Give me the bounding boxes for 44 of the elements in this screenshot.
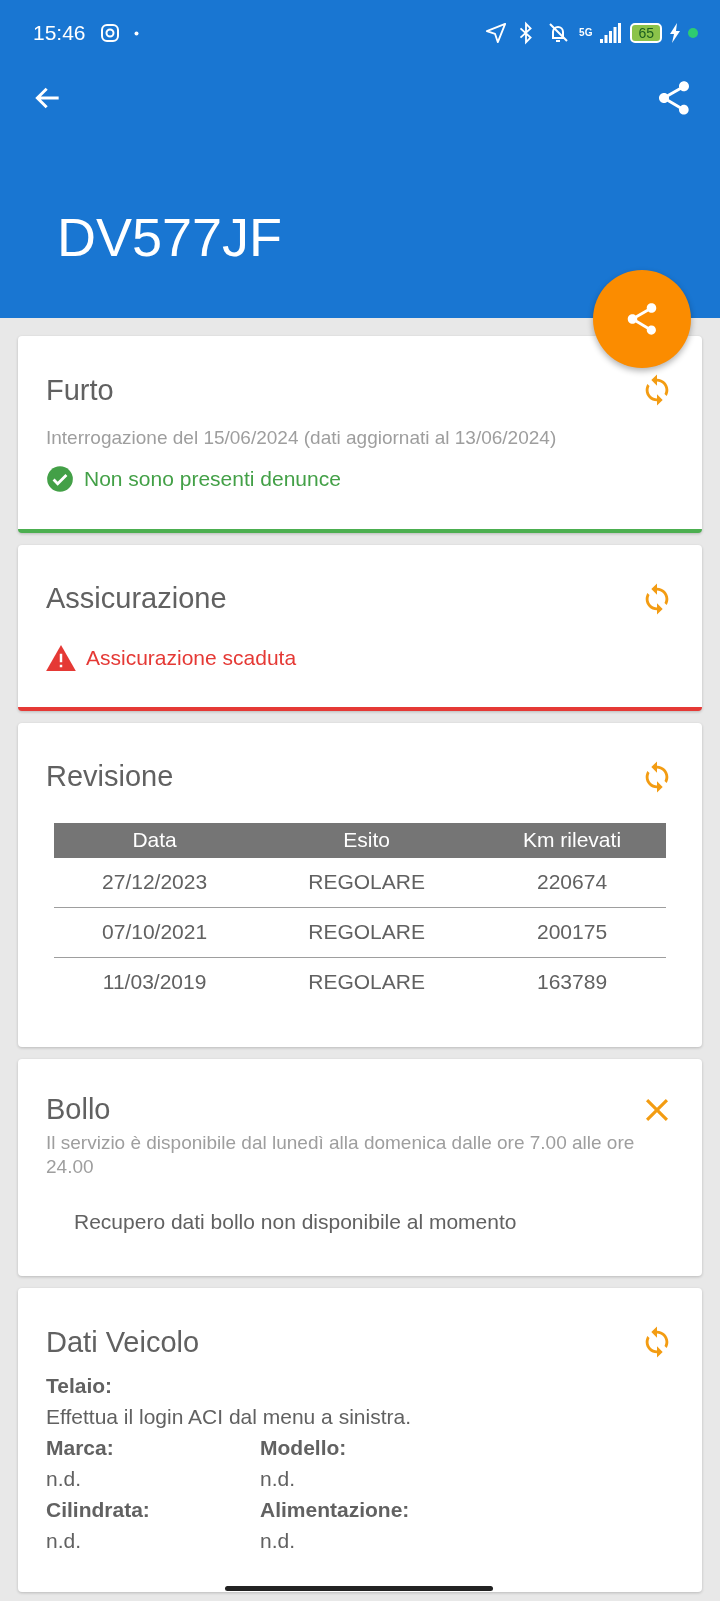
card-title: Dati Veicolo (46, 1325, 200, 1359)
field-label: Telaio: (46, 1373, 114, 1400)
dot-icon (133, 30, 139, 36)
location-icon (485, 22, 508, 44)
field-value: Effettua il login ACI dal menu a sinistra. (46, 1404, 411, 1431)
field-label: Modello: (260, 1435, 348, 1462)
table-cell: 27/12/2023 (54, 857, 256, 908)
field-value: n.d. (46, 1466, 83, 1493)
network-type: 5G (579, 28, 593, 38)
table-cell: REGOLARE (255, 857, 479, 908)
card-title: Revisione (46, 760, 174, 794)
field-value: n.d. (46, 1528, 83, 1555)
card-title: Bollo (46, 1093, 111, 1127)
card-title: Furto (46, 373, 114, 407)
check-circle-icon (46, 464, 74, 493)
field-value: n.d. (260, 1466, 297, 1493)
field-label: Alimentazione: (260, 1497, 411, 1524)
battery-level: 65 (630, 23, 662, 43)
table-cell: REGOLARE (255, 957, 479, 1007)
unavailable-message: Recupero dati bollo non disponibile al momento (74, 1210, 518, 1235)
field-label: Cilindrata: (46, 1497, 151, 1524)
warning-icon (46, 644, 76, 671)
indicator-dot (688, 28, 698, 38)
card-title: Assicurazione (46, 582, 227, 616)
column-header: Km rilevati (478, 822, 666, 858)
column-header: Esito (255, 822, 479, 858)
signal-icon (600, 23, 623, 43)
plate-number: DV577JF (56, 206, 284, 268)
query-date-text: Interrogazione del 15/06/2024 (dati aggiornati al 13/06/2024) (46, 426, 558, 450)
charging-icon (670, 23, 680, 43)
service-hours-text: Il servizio è disponibile dal lunedì alla domenica dalle ore 7.00 alle ore 24.00 (46, 1130, 636, 1180)
table-cell: 200175 (478, 907, 666, 958)
column-header: Data (54, 822, 256, 858)
camera-app-icon (99, 23, 120, 43)
table-cell: REGOLARE (255, 907, 479, 958)
table-cell: 11/03/2019 (54, 957, 256, 1007)
field-label: Marca: (46, 1435, 115, 1462)
table-cell: 163789 (478, 957, 666, 1007)
table-cell: 07/10/2021 (54, 907, 256, 958)
table-cell: 220674 (478, 857, 666, 908)
clock: 15:46 (33, 21, 86, 45)
status-message: Non sono presenti denunce (84, 466, 341, 491)
field-value: n.d. (260, 1528, 297, 1555)
status-message: Assicurazione scaduta (86, 645, 297, 670)
